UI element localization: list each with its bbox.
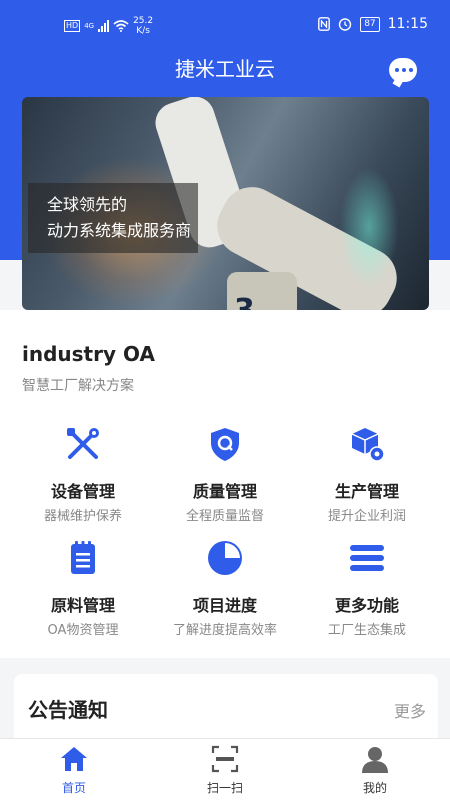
tab-scan-label: 扫一扫: [206, 781, 243, 795]
nfc-icon: [318, 17, 331, 31]
feature-production-desc: 提升企业利润: [327, 509, 406, 524]
network-type: 4G: [84, 22, 95, 30]
feature-quality[interactable]: 质量管理 全程质量监督: [150, 426, 300, 526]
tab-home-label: 首页: [61, 781, 86, 795]
feature-quality-desc: 全程质量监督: [185, 509, 264, 524]
box-gear-icon: [351, 428, 385, 462]
tab-profile-label: 我的: [362, 781, 387, 795]
network-speed: 25.2 K/s: [133, 16, 153, 36]
pie-chart-icon: [208, 541, 242, 575]
feature-equipment[interactable]: 设备管理 器械维护保养: [8, 426, 158, 526]
feature-materials-name: 原料管理: [50, 596, 115, 615]
feature-progress-desc: 了解进度提高效率: [172, 623, 277, 638]
tab-home[interactable]: 首页: [14, 739, 134, 800]
feature-more-name: 更多功能: [334, 596, 399, 615]
network-speed-value: 25.2: [133, 16, 154, 26]
hd-indicator: HD: [64, 20, 81, 32]
tools-icon: [67, 428, 99, 459]
feature-equipment-name: 设备管理: [50, 482, 115, 501]
page-title: 捷米工业云: [175, 57, 275, 81]
battery-level: 87: [360, 16, 380, 32]
section-title: industry OA: [22, 342, 155, 366]
tab-profile[interactable]: 我的: [315, 739, 435, 800]
feature-materials[interactable]: 原料管理 OA物资管理: [8, 540, 158, 640]
feature-production[interactable]: 生产管理 提升企业利润: [292, 426, 442, 526]
signal-icon: [98, 20, 110, 32]
banner-line-1: 全球领先的: [47, 195, 128, 214]
wifi-icon: [113, 20, 129, 32]
robot-number: 3: [234, 293, 255, 310]
chat-bubble-icon[interactable]: [389, 58, 417, 82]
network-speed-unit: K/s: [136, 26, 150, 36]
notice-more-link[interactable]: 更多: [394, 698, 426, 722]
scan-icon: [211, 745, 239, 773]
home-icon: [61, 747, 87, 771]
notepad-icon: [71, 541, 95, 574]
tab-scan[interactable]: 扫一扫: [165, 739, 285, 800]
status-bar: HD 4G 25.2 K/s 87 11:15: [0, 0, 450, 52]
notice-title: 公告通知: [28, 698, 108, 722]
feature-materials-desc: OA物资管理: [47, 623, 119, 638]
tab-bar: 首页 扫一扫 我的: [0, 738, 450, 800]
feature-quality-name: 质量管理: [192, 482, 257, 501]
feature-more-desc: 工厂生态集成: [327, 623, 406, 638]
alarm-icon: [338, 18, 352, 31]
feature-equipment-desc: 器械维护保养: [43, 509, 122, 524]
shield-q-icon: [211, 428, 239, 461]
feature-more[interactable]: 更多功能 工厂生态集成: [292, 540, 442, 640]
section-subtitle: 智慧工厂解决方案: [22, 378, 134, 394]
feature-progress[interactable]: 项目进度 了解进度提高效率: [150, 540, 300, 640]
feature-production-name: 生产管理: [334, 482, 399, 501]
banner-line-2: 动力系统集成服务商: [47, 221, 192, 240]
feature-progress-name: 项目进度: [192, 596, 257, 615]
user-icon: [362, 747, 388, 773]
clock: 11:15: [387, 16, 428, 32]
menu-lines-icon: [350, 545, 384, 571]
